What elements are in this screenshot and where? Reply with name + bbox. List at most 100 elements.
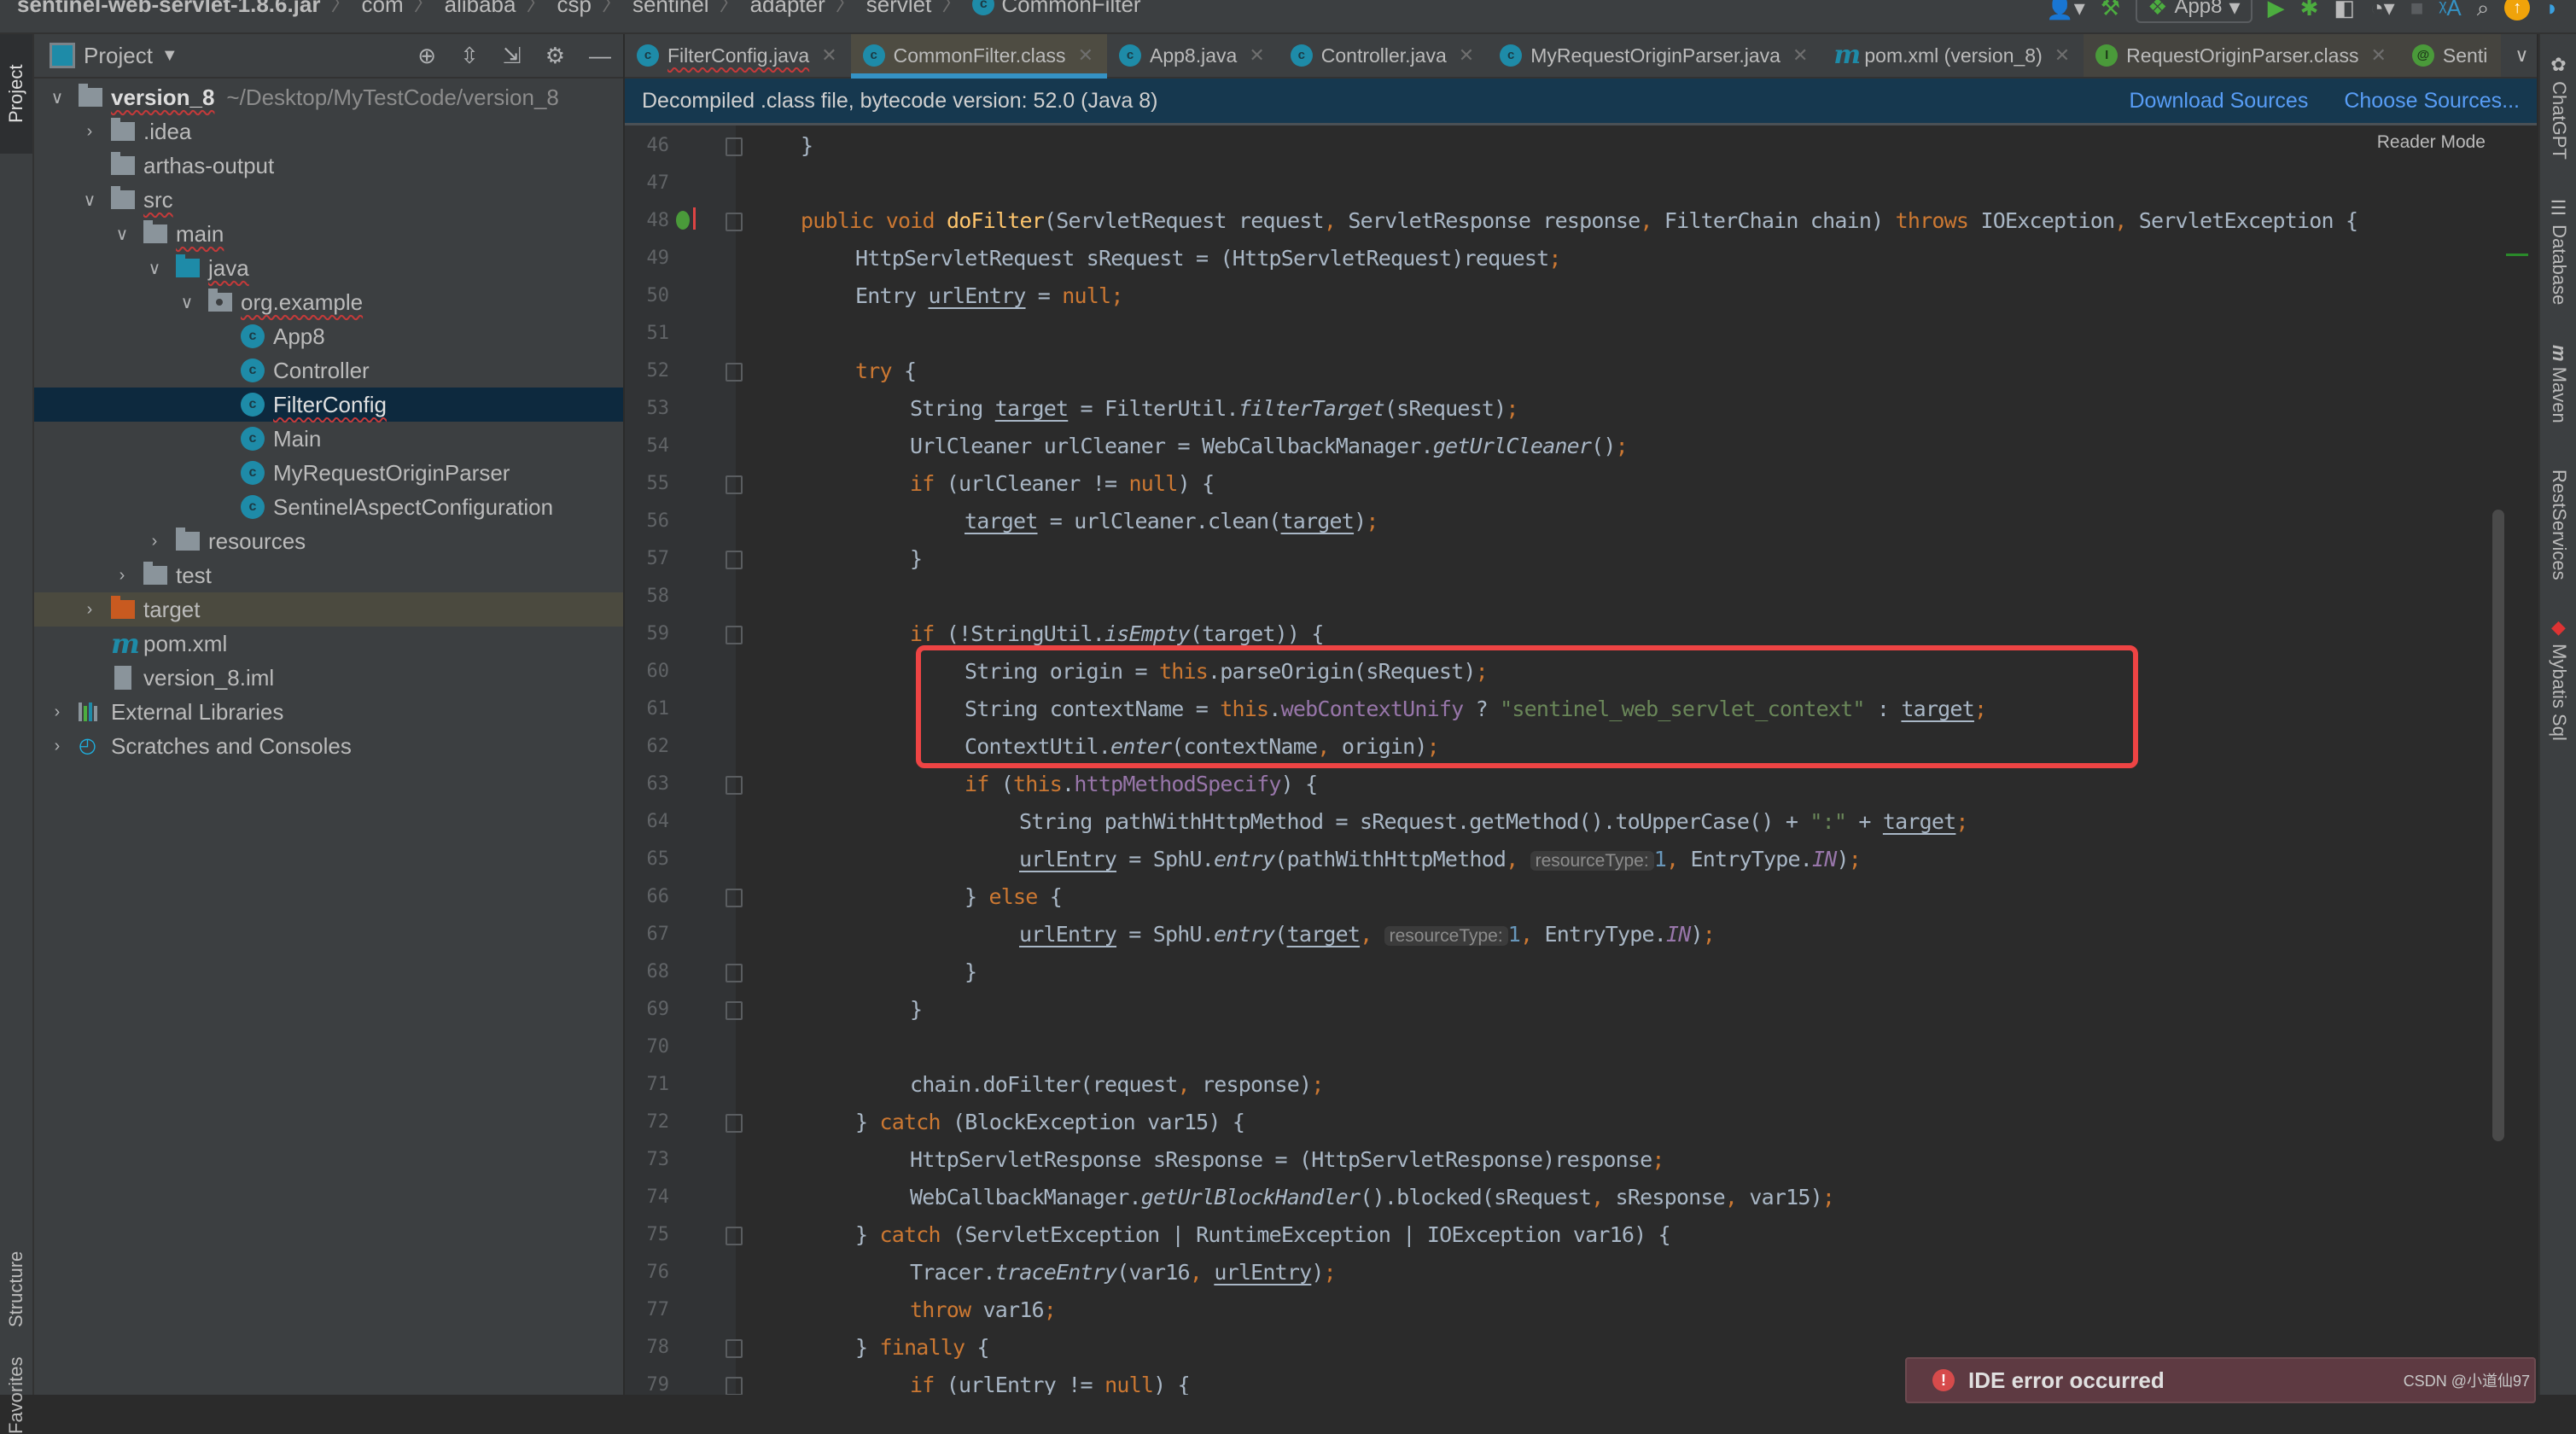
line-number[interactable]: 74 [625,1179,670,1216]
close-icon[interactable]: ✕ [1459,44,1474,67]
breadcrumb-item-jar[interactable]: sentinel-web-servlet-1.8.6.jar [17,0,320,15]
tree-item[interactable]: › ◴ Scratches and Consoles [34,729,623,763]
gear-icon[interactable]: ⚙ [545,43,565,69]
tab-app8-java[interactable]: c App8.java ✕ [1107,34,1279,77]
fold-marker-icon[interactable] [726,1227,743,1245]
tree-item[interactable]: ∨ main [34,217,623,251]
fold-marker-icon[interactable] [726,475,743,494]
line-number[interactable]: 62 [625,728,670,766]
line-number[interactable]: 64 [625,803,670,841]
tree-item[interactable]: › .idea [34,114,623,149]
tree-item[interactable]: › target [34,592,623,627]
tool-window-restservices-tab[interactable]: RestServices [2540,457,2576,593]
line-number[interactable]: 56 [625,503,670,540]
close-icon[interactable]: ✕ [1249,44,1264,67]
breadcrumb-item-servlet[interactable]: servlet [866,0,932,15]
tree-item[interactable]: ›arthas-output [34,149,623,183]
tree-item[interactable]: › resources [34,524,623,558]
tree-item[interactable]: ›cFilterConfig [34,388,623,422]
tree-item[interactable]: ∨ src [34,183,623,217]
tab-filterconfig-java[interactable]: c FilterConfig.java ✕ [625,34,851,77]
profile-icon[interactable]: ◔▾ [2370,0,2395,20]
fold-marker-icon[interactable] [726,551,743,569]
line-number[interactable]: 66 [625,878,670,916]
tree-item[interactable]: ›version_8.iml [34,661,623,695]
fold-marker-icon[interactable] [726,776,743,795]
breadcrumb-item-class[interactable]: CommonFilter [1001,0,1140,15]
line-number[interactable]: 72 [625,1104,670,1141]
breadcrumb-item-com[interactable]: com [361,0,403,15]
tree-item[interactable]: ›mpom.xml [34,627,623,661]
tool-window-project-tab[interactable]: Project [0,34,32,154]
search-icon[interactable]: ⌕ [2477,0,2490,20]
fold-marker-icon[interactable] [726,1114,743,1133]
line-number[interactable]: 47 [625,165,670,202]
translate-icon[interactable]: ᵡA [2439,0,2461,20]
user-account-icon[interactable]: 👤▾ [2046,0,2084,20]
tab-controller-java[interactable]: c Controller.java ✕ [1279,34,1488,77]
project-view-selector[interactable]: Project ▼ [50,43,178,69]
fold-marker-icon[interactable] [726,1377,743,1395]
chevron-right-icon[interactable]: › [80,600,99,620]
close-icon[interactable]: ✕ [2370,44,2386,67]
line-number[interactable]: 69 [625,991,670,1029]
run-icon[interactable]: ▶ [2268,0,2285,20]
line-number[interactable]: 48 [625,202,670,240]
line-number[interactable]: 57 [625,540,670,578]
show-hidden-tabs-button[interactable]: ∨ [2501,34,2542,77]
line-number[interactable]: 67 [625,916,670,953]
line-number[interactable]: 59 [625,615,670,653]
line-number[interactable]: 49 [625,240,670,277]
chevron-down-icon[interactable]: ∨ [80,189,99,211]
close-icon[interactable]: ✕ [2054,44,2070,67]
tab-myrequestoriginparser-java[interactable]: c MyRequestOriginParser.java ✕ [1488,34,1821,77]
line-number[interactable]: 71 [625,1066,670,1104]
tool-window-database-tab[interactable]: ☰ Database [2540,188,2576,316]
chevron-down-icon[interactable]: ∨ [113,224,131,245]
collapse-all-icon[interactable]: ⇲ [503,43,522,69]
line-number[interactable]: 50 [625,277,670,315]
locate-file-icon[interactable]: ⊕ [417,43,436,69]
chevron-down-icon[interactable]: ∨ [48,87,67,108]
line-number[interactable]: 79 [625,1367,670,1395]
chevron-right-icon[interactable]: › [48,702,67,722]
tab-commonfilter-class[interactable]: c CommonFilter.class ✕ [850,34,1108,79]
line-number[interactable]: 53 [625,390,670,428]
chevron-right-icon[interactable]: › [145,532,164,551]
breadcrumb-item-sentinel[interactable]: sentinel [632,0,709,15]
tab-sentinel-annotation[interactable]: @ Senti [2399,34,2502,77]
run-configuration-selector[interactable]: ❖ App8 ▾ [2136,0,2253,23]
line-number[interactable]: 73 [625,1141,670,1179]
close-icon[interactable]: ✕ [821,44,836,67]
fold-marker-icon[interactable] [726,1339,743,1358]
stop-icon[interactable]: ■ [2410,0,2424,20]
code-editor[interactable]: 46 47 48 49 50 51 52 53 54 55 56 57 58 59 60 61 62 63 64 65… [625,125,2537,1395]
line-number[interactable]: 61 [625,691,670,728]
line-number[interactable]: 52 [625,353,670,390]
fold-marker-icon[interactable] [726,363,743,382]
line-number[interactable]: 68 [625,953,670,991]
run-with-coverage-icon[interactable]: ◧ [2334,0,2355,20]
breadcrumb-item-csp[interactable]: csp [557,0,591,15]
tree-item[interactable]: › test [34,558,623,592]
fold-marker-icon[interactable] [726,213,743,231]
line-number[interactable]: 77 [625,1291,670,1329]
chevron-down-icon[interactable]: ∨ [178,292,196,313]
line-number[interactable]: 78 [625,1329,670,1367]
line-number[interactable]: 60 [625,653,670,691]
line-number[interactable]: 65 [625,841,670,878]
fold-marker-icon[interactable] [726,964,743,982]
update-icon[interactable]: ↑ [2504,0,2531,20]
line-number[interactable]: 58 [625,578,670,615]
chevron-right-icon[interactable]: › [80,122,99,142]
tree-item[interactable]: ›cMain [34,422,623,456]
tool-window-chatgpt-tab[interactable]: ✿ ChatGPT [2540,43,2576,171]
choose-sources-link[interactable]: Choose Sources... [2344,89,2520,114]
fold-marker-icon[interactable] [726,1001,743,1020]
tree-item[interactable]: ›cSentinelAspectConfiguration [34,490,623,524]
chevron-right-icon[interactable]: › [113,566,131,586]
line-number[interactable]: 75 [625,1216,670,1254]
tree-item[interactable]: ›cMyRequestOriginParser [34,456,623,490]
tool-window-maven-tab[interactable]: m Maven [2540,329,2576,440]
line-number[interactable]: 46 [625,127,670,165]
